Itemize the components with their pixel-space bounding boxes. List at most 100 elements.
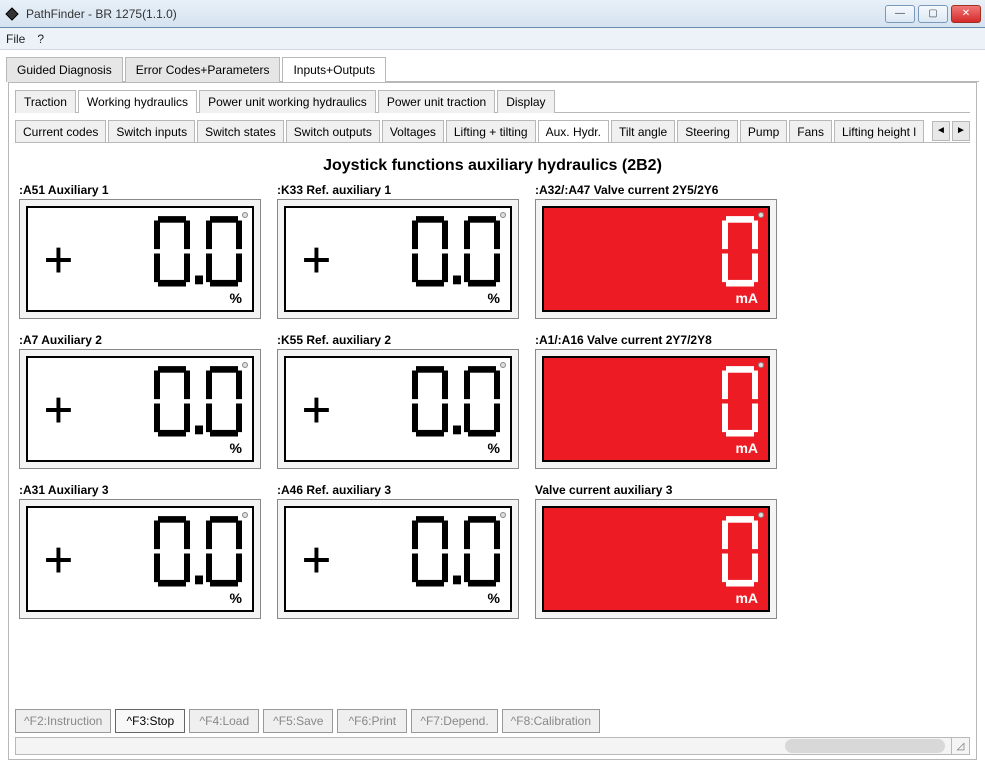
unit-label: % xyxy=(488,290,500,306)
sub-tabs-level2: Current codesSwitch inputsSwitch statesS… xyxy=(15,119,930,142)
instrument-box: +% xyxy=(19,199,261,319)
sub-tabs-level1: TractionWorking hydraulicsPower unit wor… xyxy=(15,89,970,113)
instrument-label: :A31 Auxiliary 3 xyxy=(19,483,261,497)
value-readout xyxy=(410,216,502,302)
sign-indicator: + xyxy=(302,235,331,283)
fkey--f2-instruction: ^F2:Instruction xyxy=(15,709,111,733)
function-key-bar: ^F2:Instruction^F3:Stop^F4:Load^F5:Save^… xyxy=(15,709,970,733)
lcd-display: mA xyxy=(542,506,770,612)
unit-label: % xyxy=(230,590,242,606)
value-readout xyxy=(720,516,760,602)
subtab1-working-hydraulics[interactable]: Working hydraulics xyxy=(78,90,197,113)
lcd-display: mA xyxy=(542,206,770,312)
fkey--f7-depend-: ^F7:Depend. xyxy=(411,709,497,733)
status-bar: ◿ xyxy=(15,737,970,755)
sub-tabs-level2-wrap: Current codesSwitch inputsSwitch statesS… xyxy=(15,119,970,143)
instrument-label: :A51 Auxiliary 1 xyxy=(19,183,261,197)
subtab2-lifting-height-l[interactable]: Lifting height l xyxy=(834,120,924,142)
instrument-label: :A1/:A16 Valve current 2Y7/2Y8 xyxy=(535,333,777,347)
sign-indicator: + xyxy=(44,235,73,283)
maximize-button[interactable]: ▢ xyxy=(918,5,948,23)
instrument-grid: :A51 Auxiliary 1 +% :K33 Ref. auxiliary 1 +… xyxy=(15,183,970,619)
value-readout xyxy=(152,366,244,452)
resize-grip[interactable]: ◿ xyxy=(951,738,969,754)
value-readout xyxy=(410,366,502,452)
lcd-display: +% xyxy=(26,356,254,462)
value-readout xyxy=(152,216,244,302)
subtab2-current-codes[interactable]: Current codes xyxy=(15,120,106,142)
instrument-box: mA xyxy=(535,199,777,319)
instrument-2-1: :A46 Ref. auxiliary 3 +% xyxy=(277,483,519,619)
top-tab-error-codes-parameters[interactable]: Error Codes+Parameters xyxy=(125,57,281,82)
close-button[interactable]: ✕ xyxy=(951,5,981,23)
subtab2-switch-outputs[interactable]: Switch outputs xyxy=(286,120,380,142)
subtab1-display[interactable]: Display xyxy=(497,90,554,113)
value-readout xyxy=(720,216,760,302)
fkey--f8-calibration: ^F8:Calibration xyxy=(502,709,600,733)
instrument-label: :A7 Auxiliary 2 xyxy=(19,333,261,347)
instrument-1-1: :K55 Ref. auxiliary 2+% xyxy=(277,333,519,469)
instrument-box: mA xyxy=(535,499,777,619)
fkey--f5-save: ^F5:Save xyxy=(263,709,333,733)
menubar: File ? xyxy=(0,28,985,50)
instrument-box: +% xyxy=(19,499,261,619)
unit-label: % xyxy=(488,440,500,456)
unit-label: mA xyxy=(735,290,758,306)
subtab2-switch-inputs[interactable]: Switch inputs xyxy=(108,120,195,142)
subtab2-pump[interactable]: Pump xyxy=(740,120,787,142)
sign-indicator: + xyxy=(302,385,331,433)
lcd-display: +% xyxy=(284,506,512,612)
tab-scroll-left[interactable]: ◄ xyxy=(932,121,950,141)
top-tab-guided-diagnosis[interactable]: Guided Diagnosis xyxy=(6,57,123,82)
instrument-box: +% xyxy=(277,349,519,469)
subtab1-traction[interactable]: Traction xyxy=(15,90,76,113)
menu-help[interactable]: ? xyxy=(37,32,44,46)
instrument-box: mA xyxy=(535,349,777,469)
minimize-button[interactable]: — xyxy=(885,5,915,23)
instrument-1-0: :A7 Auxiliary 2 +% xyxy=(19,333,261,469)
app-icon xyxy=(4,6,20,22)
lcd-display: mA xyxy=(542,356,770,462)
value-readout xyxy=(720,366,760,452)
instrument-0-1: :K33 Ref. auxiliary 1 +% xyxy=(277,183,519,319)
fkey--f4-load: ^F4:Load xyxy=(189,709,259,733)
fkey--f3-stop[interactable]: ^F3:Stop xyxy=(115,709,185,733)
instrument-2-0: :A31 Auxiliary 3 +% xyxy=(19,483,261,619)
top-tabs: Guided DiagnosisError Codes+ParametersIn… xyxy=(6,56,979,82)
lcd-display: +% xyxy=(26,506,254,612)
lcd-display: +% xyxy=(26,206,254,312)
subtab2-lifting-tilting[interactable]: Lifting + tilting xyxy=(446,120,536,142)
value-readout xyxy=(152,516,244,602)
fkey--f6-print: ^F6:Print xyxy=(337,709,407,733)
subtab2-fans[interactable]: Fans xyxy=(789,120,832,142)
status-indicator xyxy=(785,739,945,753)
tab-scroll-right[interactable]: ► xyxy=(952,121,970,141)
sign-indicator: + xyxy=(44,385,73,433)
instrument-box: +% xyxy=(277,199,519,319)
unit-label: mA xyxy=(735,590,758,606)
main-panel: TractionWorking hydraulicsPower unit wor… xyxy=(8,82,977,760)
unit-label: % xyxy=(230,440,242,456)
instrument-2-2: Valve current auxiliary 3mA xyxy=(535,483,777,619)
instrument-box: +% xyxy=(19,349,261,469)
subtab1-power-unit-working-hydraulics[interactable]: Power unit working hydraulics xyxy=(199,90,376,113)
menu-file[interactable]: File xyxy=(6,32,25,46)
subtab2-switch-states[interactable]: Switch states xyxy=(197,120,284,142)
top-tab-inputs-outputs[interactable]: Inputs+Outputs xyxy=(282,57,386,82)
subtab2-voltages[interactable]: Voltages xyxy=(382,120,444,142)
subtab2-tilt-angle[interactable]: Tilt angle xyxy=(611,120,675,142)
value-readout xyxy=(410,516,502,602)
subtab2-aux-hydr-[interactable]: Aux. Hydr. xyxy=(538,120,609,142)
instrument-0-2: :A32/:A47 Valve current 2Y5/2Y6 mA xyxy=(535,183,777,319)
instrument-label: :A46 Ref. auxiliary 3 xyxy=(277,483,519,497)
lcd-display: +% xyxy=(284,356,512,462)
titlebar: PathFinder - BR 1275(1.1.0) — ▢ ✕ xyxy=(0,0,985,28)
instrument-box: +% xyxy=(277,499,519,619)
subtab2-steering[interactable]: Steering xyxy=(677,120,738,142)
instrument-label: :A32/:A47 Valve current 2Y5/2Y6 xyxy=(535,183,777,197)
unit-label: % xyxy=(230,290,242,306)
instrument-0-0: :A51 Auxiliary 1 +% xyxy=(19,183,261,319)
subtab1-power-unit-traction[interactable]: Power unit traction xyxy=(378,90,495,113)
section-title: Joystick functions auxiliary hydraulics … xyxy=(15,157,970,175)
instrument-label: :K33 Ref. auxiliary 1 xyxy=(277,183,519,197)
